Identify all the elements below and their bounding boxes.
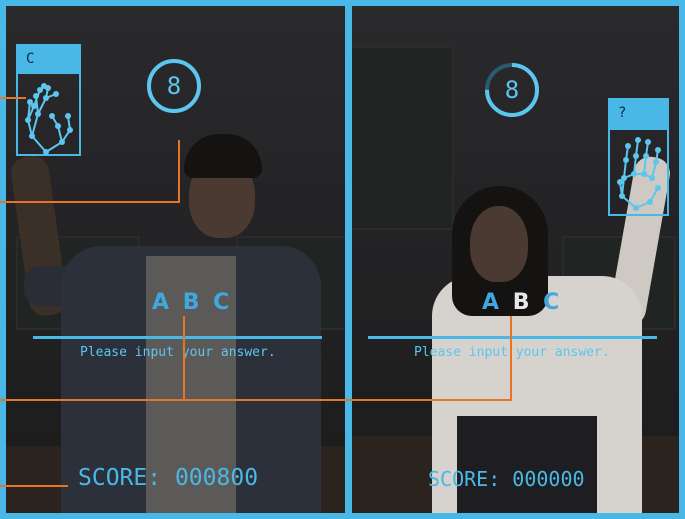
game-frame xyxy=(0,0,685,519)
panel-divider xyxy=(345,0,352,519)
callout-letters-right-vertical xyxy=(510,316,512,401)
callout-timer xyxy=(0,201,180,203)
callout-score xyxy=(0,485,68,487)
callout-timer-vertical xyxy=(178,140,180,203)
callout-gesture xyxy=(0,97,26,99)
callout-letters xyxy=(0,399,512,401)
callout-letters-left-vertical xyxy=(183,316,185,401)
